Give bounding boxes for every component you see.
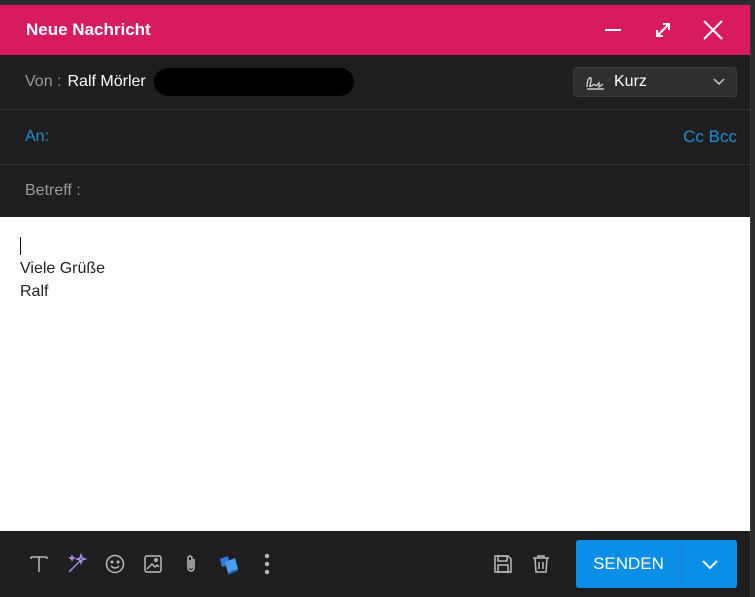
body-line: Ralf	[20, 283, 49, 300]
signature-value: Kurz	[614, 73, 647, 90]
magic-wand-icon	[68, 553, 88, 573]
maximize-button[interactable]	[638, 5, 688, 55]
compose-toolbar: SENDEN	[0, 531, 750, 597]
subject-label: Betreff :	[25, 182, 81, 199]
close-icon	[703, 20, 723, 40]
signature-select[interactable]: Kurz	[573, 67, 737, 97]
ai-assist-button[interactable]	[58, 545, 96, 583]
more-vertical-icon	[264, 553, 270, 575]
send-button[interactable]: SENDEN	[576, 540, 681, 588]
app-icon	[220, 556, 238, 575]
title-bar: Neue Nachricht	[0, 5, 750, 55]
compose-window: Neue Nachricht Von : Ralf Mörler Kurz An…	[0, 5, 751, 597]
from-label: Von :	[25, 73, 62, 90]
chevron-down-icon	[701, 560, 718, 570]
to-label: An:	[25, 128, 50, 145]
integration-button[interactable]	[210, 545, 248, 583]
body-line: Viele Grüße	[20, 260, 106, 277]
more-options-button[interactable]	[248, 545, 286, 583]
to-row[interactable]: An: Cc Bcc	[0, 110, 750, 165]
text-cursor	[20, 237, 21, 255]
paperclip-icon	[187, 555, 195, 572]
close-button[interactable]	[688, 5, 738, 55]
window-title: Neue Nachricht	[26, 20, 151, 39]
subject-row[interactable]: Betreff :	[0, 165, 750, 217]
redacted-email	[153, 68, 354, 96]
text-format-icon	[30, 556, 48, 572]
save-icon	[494, 555, 512, 573]
save-draft-button[interactable]	[484, 545, 522, 583]
image-icon	[144, 555, 162, 573]
emoji-icon	[105, 554, 125, 574]
send-options-button[interactable]	[681, 540, 737, 588]
expand-icon	[656, 23, 670, 37]
delete-draft-button[interactable]	[522, 545, 560, 583]
minimize-icon	[605, 29, 621, 31]
cc-bcc-link[interactable]: Cc Bcc	[683, 127, 737, 147]
from-name: Ralf Mörler	[67, 73, 146, 90]
insert-image-button[interactable]	[134, 545, 172, 583]
from-row: Von : Ralf Mörler Kurz	[0, 55, 750, 110]
chevron-down-icon	[713, 78, 725, 86]
signature-icon	[586, 76, 604, 90]
text-format-button[interactable]	[20, 545, 58, 583]
emoji-button[interactable]	[96, 545, 134, 583]
attach-button[interactable]	[172, 545, 210, 583]
send-button-group: SENDEN	[576, 540, 737, 588]
minimize-button[interactable]	[588, 5, 638, 55]
message-body[interactable]: Viele Grüße Ralf	[0, 217, 750, 531]
trash-icon	[533, 555, 549, 573]
